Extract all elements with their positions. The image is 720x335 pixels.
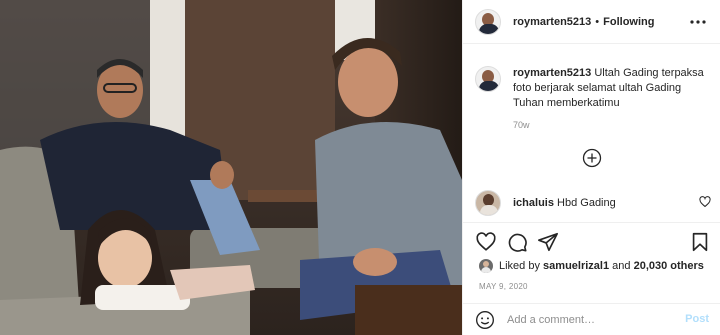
caption-avatar[interactable] bbox=[475, 66, 501, 92]
author-username[interactable]: roymarten5213 bbox=[513, 16, 591, 28]
photo-illustration bbox=[0, 0, 462, 335]
more-horizontal-icon[interactable] bbox=[689, 13, 707, 31]
post-side-panel: roymarten5213 • Following roymarten5213 … bbox=[462, 0, 720, 335]
commenter-username[interactable]: ichaluis bbox=[513, 197, 554, 209]
post-comment-button[interactable]: Post bbox=[685, 313, 709, 325]
caption-body: roymarten5213 Ultah Gading terpaksa foto… bbox=[513, 66, 709, 111]
comment-text: Hbd Gading bbox=[557, 197, 616, 209]
author-avatar[interactable] bbox=[475, 8, 501, 35]
likes-joiner: and bbox=[612, 260, 631, 272]
liker-username[interactable]: samuelrizal1 bbox=[543, 260, 609, 272]
add-comment-input[interactable] bbox=[507, 313, 677, 326]
comment-like-heart-icon[interactable] bbox=[699, 196, 711, 208]
add-comment-bar: Post bbox=[463, 303, 720, 335]
commenter-avatar[interactable] bbox=[475, 190, 501, 216]
comment-body: ichaluis Hbd Gading bbox=[513, 197, 616, 209]
post-header: roymarten5213 • Following bbox=[463, 0, 720, 44]
header-separator: • bbox=[595, 15, 600, 28]
caption-username[interactable]: roymarten5213 bbox=[513, 67, 591, 79]
bookmark-icon[interactable] bbox=[689, 231, 711, 253]
action-bar bbox=[463, 222, 720, 260]
likes-count[interactable]: 20,030 others bbox=[634, 260, 704, 272]
caption: roymarten5213 Ultah Gading terpaksa foto… bbox=[475, 66, 711, 111]
post-date[interactable]: MAY 9, 2020 bbox=[479, 282, 528, 291]
following-button[interactable]: Following bbox=[603, 16, 654, 28]
paper-plane-icon[interactable] bbox=[537, 231, 559, 253]
comment-icon[interactable] bbox=[506, 231, 528, 253]
comments-section[interactable]: roymarten5213 Ultah Gading terpaksa foto… bbox=[463, 44, 720, 220]
plus-circle-icon[interactable] bbox=[582, 148, 602, 168]
comment-item: ichaluis Hbd Gading bbox=[475, 190, 711, 216]
liker-avatar[interactable] bbox=[479, 259, 493, 273]
instagram-post-modal: roymarten5213 • Following roymarten5213 … bbox=[0, 0, 720, 335]
smile-icon[interactable] bbox=[475, 310, 495, 330]
caption-timestamp[interactable]: 70w bbox=[513, 120, 530, 130]
likes-summary: Liked by samuelrizal1 and 20,030 others bbox=[479, 259, 704, 273]
post-photo[interactable] bbox=[0, 0, 462, 335]
likes-prefix: Liked by bbox=[499, 260, 540, 272]
heart-icon[interactable] bbox=[475, 231, 497, 253]
